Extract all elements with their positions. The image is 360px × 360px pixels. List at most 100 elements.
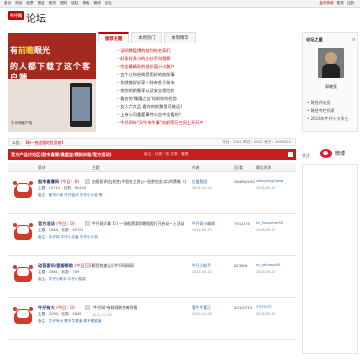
thread-icon <box>85 179 90 184</box>
nav-item-weibo[interactable]: 微博 <box>94 1 101 6</box>
table-row: 股市直播间 (今日：0) 主题：10715，帖数：60440 版主：股市小家 牛仔金… <box>8 174 296 214</box>
banner-headline: 有前瞻眼光 <box>10 46 50 55</box>
thread-author[interactable]: 红盟股园 <box>192 179 207 185</box>
hot-topic-link[interactable]: ・好多好多小的小炒手叫我啊 <box>116 55 296 63</box>
author-date: 2014-05-15 <box>192 228 212 232</box>
forum-moderators[interactable]: 版主：牛仔小助手 牛仔小智能 <box>38 277 86 282</box>
banner-app-name: 牛仔网客户端 <box>11 121 32 125</box>
nav-item-forum[interactable]: 论坛 <box>105 1 112 6</box>
forum-cow-icon[interactable] <box>12 223 34 241</box>
hot-topic-link[interactable]: ・完全最精彩的低价值小小散户 <box>116 63 296 71</box>
credential-item: • 财经评论员 <box>307 100 331 105</box>
table-row: 动吾客讯/客服帮助 (今日：0) 主题：1681，帖数：789 版主：牛仔小助手 牛… <box>8 258 296 298</box>
hot-topic-tabs: 推荐主题 本周热门 本周精华 <box>98 32 296 43</box>
forum-meta: 主题：10715，帖数：60440 <box>38 186 87 190</box>
tab-recommended[interactable]: 推荐主题 <box>98 32 130 43</box>
page-title: 论坛 <box>26 14 46 25</box>
forum-name[interactable]: 股市直播间 (今日：0) <box>38 179 79 185</box>
register-link[interactable]: 注册 <box>347 1 354 6</box>
forum-moderators[interactable]: 版主：牛仔有大 看不牛是道 看不看股道 <box>38 319 101 324</box>
forum-cow-icon[interactable] <box>12 181 34 199</box>
hot-topic-link[interactable]: ・东就做好好家一样有些于前市 <box>116 79 296 87</box>
author-date: 2014-05-12 <box>192 270 212 274</box>
top-nav-bar: 首页 财经 股票 基金 期货 理财 保险 博客 微博 论坛 金币商城 登录 注册 <box>0 0 360 8</box>
login-link[interactable]: 登录 <box>337 1 344 6</box>
thread-title[interactable]: 牛仔网大事【（）·一场股票第四期股股打开启动一上活动（大户）(机利) <box>92 221 186 227</box>
nav-item-home[interactable]: 首页 <box>4 1 11 6</box>
credential-item: • 财经专栏作家 <box>307 108 335 113</box>
last-post-date: 2016-05-17 <box>256 312 276 316</box>
user-name[interactable]: 郭晓亮 <box>303 84 359 90</box>
hot-topic-link[interactable]: ・他你的前聚享从证安全保险价 <box>116 87 296 95</box>
nav-item-blog[interactable]: 博客 <box>82 1 89 6</box>
forum-meta: 主题：1665，帖数：30791 <box>38 228 84 232</box>
forum-name[interactable]: 牛仔有大 (今日：0) <box>38 305 75 311</box>
nav-item-insurance[interactable]: 保险 <box>71 1 78 6</box>
col-forum: 版块 <box>38 165 46 170</box>
hot-topic-link[interactable]: ・女人六大品 看你的前聚里可能运？ <box>116 103 296 111</box>
app-banner[interactable]: 有前瞻眼光 的人都下载了这个客户端 牛仔网客户端 <box>8 33 96 132</box>
settings-icon[interactable]: ⚙ <box>352 37 356 42</box>
reply-view-count: 8236/9 <box>234 263 248 268</box>
forum-cow-icon[interactable] <box>12 265 34 283</box>
tab-weekly-best[interactable]: 本周精华 <box>164 32 196 43</box>
reply-view-count: 28460/243 <box>234 179 255 184</box>
last-post-user[interactable]: nc_sthump00 <box>256 263 280 267</box>
thread-date: 2012-11-30 <box>92 313 112 317</box>
weibo-icon[interactable] <box>320 147 334 159</box>
sidebar-panel <box>302 164 358 354</box>
site-nav: 首页 财经 股票 基金 期货 理财 保险 博客 微博 论坛 <box>4 1 112 6</box>
last-post-date: 2016-05-17 <box>256 228 276 232</box>
hot-topic-link[interactable]: ・看名的'慢慢之苦'如前你的优势 <box>116 95 296 103</box>
category-title[interactable]: 官方产品讨论区(股市直播/操盘宝/模拟炒股/官方活动) <box>11 152 112 158</box>
col-topic: 主题 <box>92 165 100 170</box>
col-last-post: 最后发表 <box>256 165 272 170</box>
nav-item-stocks[interactable]: 股票 <box>26 1 33 6</box>
forum-star-panel: 论坛之星 ⚙ 郭晓亮 • 财经评论员 • 财经专栏作家 • 2014年牛仔十大学… <box>302 32 358 132</box>
follow-label: 关注 <box>302 153 310 158</box>
forum-moderators[interactable]: 版主：股市小家 牛仔金讯 牛仔小小说 等 <box>38 193 103 198</box>
thread-author[interactable]: 牛仔小助手 <box>192 263 211 269</box>
hot-topic-link[interactable]: ・证明牌盘博的前列的名家们 <box>116 47 296 55</box>
tab-weekly-hot[interactable]: 本周热门 <box>131 32 163 43</box>
author-date: 2014-10-24 <box>192 186 212 190</box>
announcement[interactable]: 公告：【新一夜选报的投资者】 <box>12 140 65 146</box>
reply-view-count: 7911/74 <box>234 221 250 226</box>
gold-mall-link[interactable]: 金币商城 <box>319 1 333 6</box>
account-links: 金币商城 登录 注册 <box>319 1 354 6</box>
last-post-user[interactable]: nc_forsumer90 <box>256 221 283 225</box>
hot-topic-link[interactable]: ・牛仔四年"天牛市牛事"向前等万三间上开开户 <box>116 119 296 127</box>
forum-cow-icon[interactable] <box>12 307 34 325</box>
user-credentials: • 财经评论员 • 财经专栏作家 • 2014年牛仔十大学士 <box>307 99 349 123</box>
follow-weibo[interactable]: 关注 微博 <box>302 138 358 164</box>
weibo-label: 微博 <box>335 151 346 157</box>
last-post-user[interactable]: sailuyang/yang <box>256 179 283 183</box>
phone-image <box>70 83 92 127</box>
nav-item-finance[interactable]: 财经 <box>15 1 22 6</box>
nav-item-wealth[interactable]: 理财 <box>60 1 67 6</box>
thread-title[interactable]: 由股权评估[机性(牛股在之其)]一些那些金(实)的策略（发言议题） <box>92 179 186 185</box>
thread-title[interactable]: 帮您快速认识牛仔网网网 <box>92 263 186 269</box>
site-logo[interactable]: 牛仔网 <box>8 11 24 20</box>
forum-name[interactable]: 官方活动 (今日：0) <box>38 221 75 227</box>
category-moderators: 版主：分类一览 文章：管理 <box>144 152 189 156</box>
reply-view-count: 2010/713 <box>234 305 253 310</box>
table-row: 官方活动 (今日：0) 主题：1665，帖数：30791 版主：牛仔网 牛仔小记者 … <box>8 216 296 256</box>
nav-item-funds[interactable]: 基金 <box>38 1 45 6</box>
table-header: 版块 主题 作者 回/看 最后发表 <box>8 163 296 172</box>
thread-author[interactable]: 牛仔网小编辑 <box>192 221 215 227</box>
last-post-date: 2016-05-17 <box>256 186 276 190</box>
forum-stats: 今日：1341 昨日：2547 帖子：1095222 <box>222 140 291 144</box>
nav-item-futures[interactable]: 期货 <box>49 1 56 6</box>
forum-meta: 主题：2290，帖数：3645 <box>38 312 82 316</box>
last-post-user[interactable]: YTUTUTI <box>256 305 271 309</box>
collapse-icon[interactable] <box>288 152 293 157</box>
hot-topic-link[interactable]: ・五个让你经典受用好的前前事 <box>116 71 296 79</box>
thread-author[interactable]: 看牛牛看正 <box>192 305 211 311</box>
avatar[interactable] <box>318 48 344 78</box>
thread-title[interactable]: "牛仔网"有联网联合每到报 <box>92 305 186 311</box>
col-author: 作者 <box>192 165 200 170</box>
last-post-date: 2016-05-17 <box>256 270 276 274</box>
hot-topic-link[interactable]: ・上市公司重要事件公告中全看的？ <box>116 111 296 119</box>
forum-moderators[interactable]: 版主：牛仔网 牛仔小记者 牛仔小小说 <box>38 235 98 240</box>
